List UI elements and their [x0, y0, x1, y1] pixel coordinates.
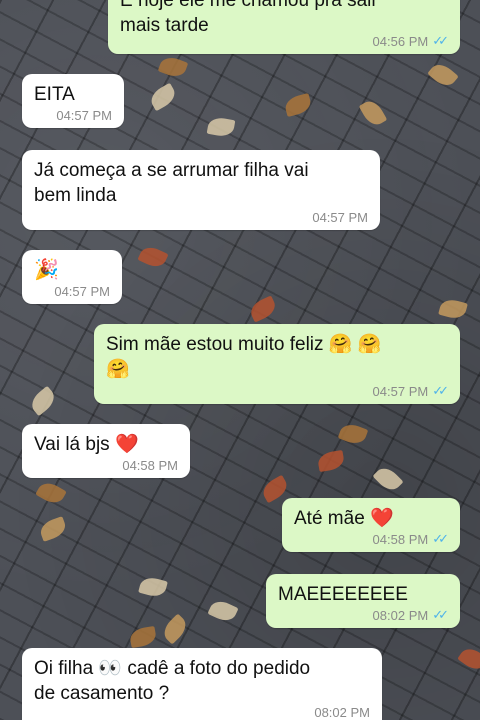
- leaf-decoration: [137, 243, 169, 271]
- message-text: Oi filha 👀 cadê a foto do pedido de casa…: [34, 658, 311, 704]
- leaf-decoration: [37, 516, 69, 542]
- leaf-decoration: [438, 296, 468, 322]
- incoming-message[interactable]: Já começa a se arrumar filha vai bem lin…: [22, 150, 380, 230]
- message-meta: 04:57 PM: [54, 284, 110, 299]
- double-check-icon: ✓✓: [432, 33, 449, 48]
- leaf-decoration: [138, 574, 168, 600]
- leaf-decoration: [372, 463, 404, 495]
- outgoing-message[interactable]: Sim mãe estou muito feliz 🤗 🤗 🤗 04:57 PM…: [94, 324, 460, 404]
- message-meta: 08:02 PM: [314, 705, 370, 720]
- double-check-icon: ✓✓: [432, 607, 449, 622]
- message-text: Já começa a se arrumar filha vai bem lin…: [34, 160, 309, 206]
- leaf-decoration: [337, 421, 369, 447]
- party-popper-emoji: 🎉: [34, 259, 59, 281]
- leaf-decoration: [27, 385, 59, 417]
- message-time: 04:57 PM: [54, 284, 110, 299]
- leaf-decoration: [147, 82, 179, 112]
- message-time: 04:58 PM: [372, 531, 429, 547]
- message-time: 08:02 PM: [372, 607, 429, 623]
- leaf-decoration: [207, 597, 239, 625]
- incoming-message[interactable]: EITA 04:57 PM: [22, 74, 124, 128]
- double-check-icon: ✓✓: [432, 531, 449, 546]
- message-text: EITA: [34, 84, 75, 105]
- outgoing-message[interactable]: MAEEEEEEEE 08:02 PM ✓✓: [266, 574, 460, 628]
- message-meta: 04:57 PM ✓✓: [372, 383, 449, 399]
- message-time: 04:57 PM: [312, 210, 368, 225]
- message-time: 04:58 PM: [122, 458, 178, 473]
- leaf-decoration: [157, 54, 189, 80]
- message-time: 04:57 PM: [56, 108, 112, 123]
- double-check-icon: ✓✓: [432, 383, 449, 398]
- leaf-decoration: [35, 478, 67, 508]
- outgoing-message[interactable]: Até mãe ❤️ 04:58 PM ✓✓: [282, 498, 460, 552]
- incoming-message[interactable]: Oi filha 👀 cadê a foto do pedido de casa…: [22, 648, 382, 720]
- leaf-decoration: [159, 613, 191, 645]
- message-time: 04:56 PM: [372, 33, 429, 49]
- message-meta: 04:58 PM ✓✓: [372, 531, 449, 547]
- incoming-message[interactable]: Vai lá bjs ❤️ 04:58 PM: [22, 424, 190, 478]
- outgoing-message[interactable]: E hoje ele me chamou pra sair mais tarde…: [108, 0, 460, 54]
- message-text: Sim mãe estou muito feliz 🤗 🤗 🤗: [106, 334, 382, 380]
- message-text: Vai lá bjs ❤️: [34, 434, 139, 455]
- message-meta: 04:58 PM: [122, 458, 178, 473]
- message-time: 04:57 PM: [372, 383, 429, 399]
- leaf-decoration: [427, 59, 459, 91]
- leaf-decoration: [206, 115, 236, 139]
- incoming-message[interactable]: 🎉 04:57 PM: [22, 250, 122, 304]
- message-meta: 04:57 PM: [56, 108, 112, 123]
- leaf-decoration: [283, 92, 313, 118]
- message-text: MAEEEEEEEE: [278, 584, 408, 605]
- message-time: 08:02 PM: [314, 705, 370, 720]
- message-meta: 04:57 PM: [312, 210, 368, 225]
- message-text: Até mãe ❤️: [294, 508, 394, 529]
- message-meta: 08:02 PM ✓✓: [372, 607, 449, 623]
- leaf-decoration: [358, 97, 388, 129]
- leaf-decoration: [457, 644, 480, 674]
- message-meta: 04:56 PM ✓✓: [372, 33, 449, 49]
- leaf-decoration: [316, 449, 346, 473]
- leaf-decoration: [247, 295, 279, 323]
- leaf-decoration: [128, 625, 158, 649]
